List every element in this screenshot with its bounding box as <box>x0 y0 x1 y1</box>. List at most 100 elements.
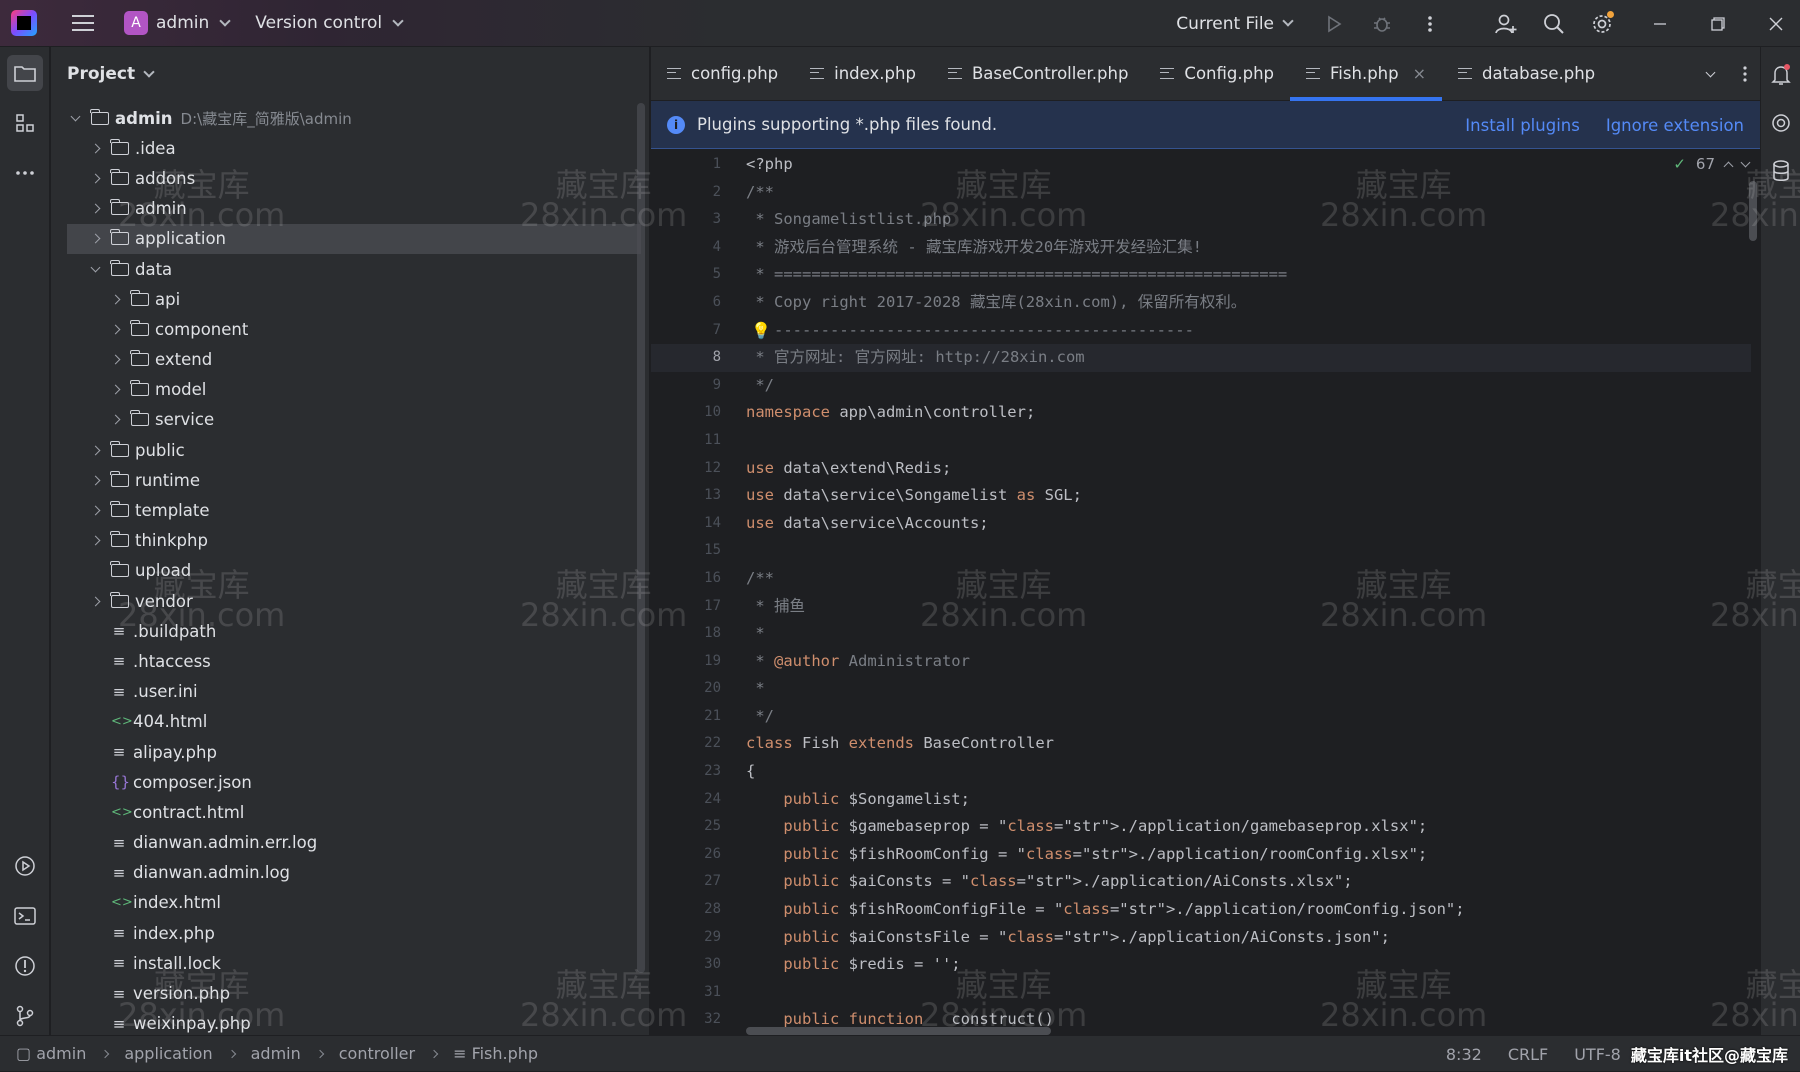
chevron-down-icon[interactable] <box>87 262 103 272</box>
tree-item-alipay-php[interactable]: ≡ alipay.php <box>51 737 641 767</box>
code-line[interactable]: { <box>746 758 1746 786</box>
code-line[interactable]: public $redis = ''; <box>746 951 1746 979</box>
code-line[interactable]: use data\service\Songamelist as SGL; <box>746 482 1746 510</box>
code-line[interactable] <box>746 427 1746 455</box>
tree-item-index-html[interactable]: <> index.html <box>51 888 641 918</box>
code-line[interactable]: use data\extend\Redis; <box>746 455 1746 483</box>
tree-item-composer-json[interactable]: {} composer.json <box>51 767 641 797</box>
tree-item-user-ini[interactable]: ≡ .user.ini <box>51 677 641 707</box>
project-panel-header[interactable]: Project <box>51 47 649 101</box>
code-line[interactable]: public $fishRoomConfigFile = "class="str… <box>746 896 1746 924</box>
chevron-up-icon[interactable] <box>1723 161 1734 171</box>
more-vertical-icon[interactable] <box>1406 0 1454 47</box>
file-encoding[interactable]: UTF-8 <box>1574 1045 1621 1064</box>
chevron-right-icon[interactable] <box>87 596 103 607</box>
code-line[interactable]: * Copy right 2017-2028 藏宝库(28xin.com), 保… <box>746 289 1746 317</box>
chevron-right-icon[interactable] <box>107 324 123 335</box>
tree-item-addons[interactable]: addons <box>51 163 641 193</box>
project-scrollbar[interactable] <box>637 103 645 973</box>
main-menu-icon[interactable] <box>72 15 94 31</box>
code-line[interactable]: public $Songamelist; <box>746 786 1746 814</box>
tree-item-api[interactable]: api <box>51 284 641 314</box>
code-line[interactable]: * @author Administrator <box>746 648 1746 676</box>
chevron-right-icon[interactable] <box>87 505 103 516</box>
tabs-more-icon[interactable] <box>1730 51 1760 98</box>
more-tools-icon[interactable] <box>7 155 43 191</box>
code-line[interactable]: /** <box>746 565 1746 593</box>
tree-root[interactable]: admin D:\藏宝库_简雅版\admin <box>51 103 641 133</box>
git-tool-icon[interactable] <box>7 998 43 1034</box>
chevron-right-icon[interactable] <box>107 384 123 395</box>
code-line[interactable]: class Fish extends BaseController <box>746 730 1746 758</box>
breadcrumb-item[interactable]: ▢ admin <box>16 1044 86 1063</box>
code-line[interactable]: * 游戏后台管理系统 - 藏宝库游戏开发20年游戏开发经验汇集! <box>746 234 1746 262</box>
code-line[interactable]: */ <box>746 703 1746 731</box>
tab-config-php[interactable]: Config.php <box>1144 47 1290 101</box>
restore-window-button[interactable] <box>1694 0 1742 47</box>
chevron-right-icon[interactable] <box>87 535 103 546</box>
line-ending[interactable]: CRLF <box>1508 1045 1548 1064</box>
phpstorm-logo-icon[interactable] <box>11 10 37 36</box>
tab-index-php[interactable]: index.php <box>794 47 932 101</box>
chevron-right-icon[interactable] <box>87 143 103 154</box>
version-control-menu[interactable]: Version control <box>255 13 404 33</box>
code-line[interactable]: * 官方网址: 官方网址: http://28xin.com <box>746 344 1746 372</box>
add-user-icon[interactable] <box>1482 0 1530 47</box>
tree-item-model[interactable]: model <box>51 375 641 405</box>
tree-item-service[interactable]: service <box>51 405 641 435</box>
code-line[interactable]: * <box>746 675 1746 703</box>
vertical-scrollbar[interactable] <box>1749 181 1757 241</box>
database-icon[interactable] <box>1765 155 1797 187</box>
ignore-extension-link[interactable]: Ignore extension <box>1606 116 1744 135</box>
run-icon[interactable] <box>1310 0 1358 47</box>
tree-item-index-php[interactable]: ≡ index.php <box>51 918 641 948</box>
debug-icon[interactable] <box>1358 0 1406 47</box>
close-window-button[interactable] <box>1752 0 1800 47</box>
tab-config-php[interactable]: config.php <box>651 47 794 101</box>
tree-item-upload[interactable]: upload <box>51 556 641 586</box>
close-tab-icon[interactable]: × <box>1413 64 1426 83</box>
code-line[interactable]: * <box>746 620 1746 648</box>
chevron-right-icon[interactable] <box>107 294 123 305</box>
tree-item-data[interactable]: data <box>51 254 641 284</box>
breadcrumb-item[interactable]: ≡ Fish.php <box>453 1044 538 1063</box>
tab-basecontroller-php[interactable]: BaseController.php <box>932 47 1144 101</box>
code-line[interactable]: * --------------------------------------… <box>746 317 1746 345</box>
tab-database-php[interactable]: database.php <box>1442 47 1611 101</box>
breadcrumb-item[interactable]: admin <box>251 1044 301 1063</box>
horizontal-scrollbar[interactable] <box>746 1027 1051 1035</box>
code-line[interactable]: * Songamelistlist.php <box>746 206 1746 234</box>
terminal-tool-icon[interactable] <box>7 898 43 934</box>
code-line[interactable]: <?php <box>746 151 1746 179</box>
code-editor[interactable]: 1 2 3 4 5 6 7 8 9 10 11 12 13 14 15 16 17 18 19 20 21 22 23 24 2… <box>651 151 1761 1035</box>
tabs-dropdown-icon[interactable] <box>1690 51 1730 98</box>
code-line[interactable]: /** <box>746 179 1746 207</box>
code-line[interactable]: * ======================================… <box>746 261 1746 289</box>
chevron-right-icon[interactable] <box>107 354 123 365</box>
code-line[interactable]: public $fishRoomConfig = "class="str">./… <box>746 841 1746 869</box>
install-plugins-link[interactable]: Install plugins <box>1465 116 1580 135</box>
tree-item-dianwan-admin-err-log[interactable]: ≡ dianwan.admin.err.log <box>51 828 641 858</box>
tree-item-admin[interactable]: admin <box>51 194 641 224</box>
tree-item-template[interactable]: template <box>51 495 641 525</box>
tree-item-application[interactable]: application <box>67 223 641 254</box>
breadcrumb-item[interactable]: controller <box>339 1044 415 1063</box>
chevron-right-icon[interactable] <box>107 415 123 425</box>
search-icon[interactable] <box>1530 0 1578 47</box>
services-tool-icon[interactable] <box>7 848 43 884</box>
breadcrumb-item[interactable]: application <box>124 1044 212 1063</box>
code-line[interactable]: public $aiConsts = "class="str">./applic… <box>746 868 1746 896</box>
tree-item-extend[interactable]: extend <box>51 345 641 375</box>
tab-fish-php[interactable]: Fish.php × <box>1290 47 1442 101</box>
tree-item-contract-html[interactable]: <> contract.html <box>51 797 641 827</box>
tree-item-install-lock[interactable]: ≡ install.lock <box>51 948 641 978</box>
code-line[interactable]: */ <box>746 372 1746 400</box>
settings-gear-icon[interactable] <box>1578 0 1626 47</box>
chevron-right-icon[interactable] <box>87 475 103 486</box>
tree-item-thinkphp[interactable]: thinkphp <box>51 526 641 556</box>
tree-item-buildpath[interactable]: ≡ .buildpath <box>51 616 641 646</box>
run-config-selector[interactable]: Current File <box>1176 14 1294 34</box>
project-tool-icon[interactable] <box>7 55 43 91</box>
tree-item-dianwan-admin-log[interactable]: ≡ dianwan.admin.log <box>51 858 641 888</box>
code-lines[interactable]: <?php/** * Songamelistlist.php * 游戏后台管理系… <box>746 151 1746 1034</box>
